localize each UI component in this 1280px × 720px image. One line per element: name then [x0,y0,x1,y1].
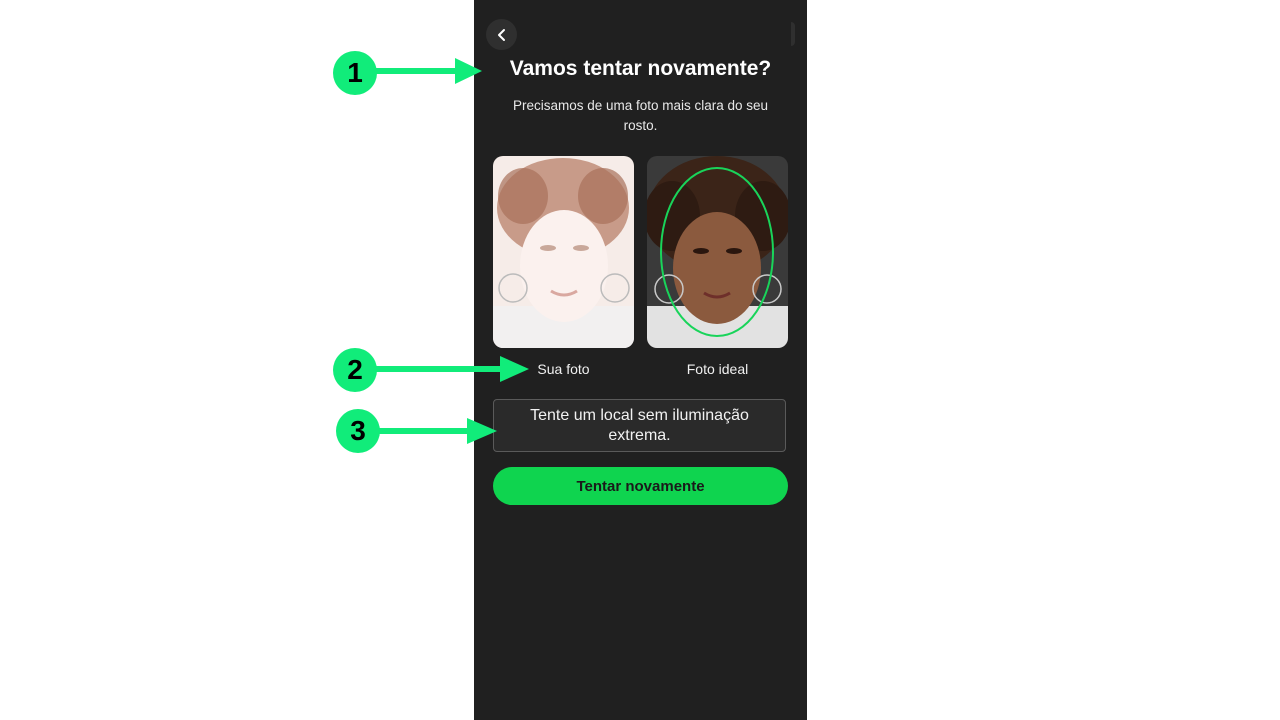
tip-text: Tente um local sem iluminação extrema. [530,406,749,444]
ideal-photo-label: Foto ideal [686,361,749,377]
tip-message: Tente um local sem iluminação extrema. [493,399,786,452]
top-right-edge [791,22,795,46]
callout-badge-2: 2 [333,348,377,392]
page-subtitle: Precisamos de uma foto mais clara do seu… [512,98,769,133]
retry-button[interactable]: Tentar novamente [493,467,788,505]
ideal-photo [647,156,788,348]
callout-arrow-2 [360,356,529,382]
callout-arrow-3 [362,418,497,444]
callout-badge-1: 1 [333,51,377,95]
chevron-left-icon [497,28,505,41]
page-title: Vamos tentar novamente? [509,57,772,80]
user-photo [493,156,634,348]
callout-arrow-1 [360,58,482,84]
callout-badge-3: 3 [336,409,380,453]
back-button[interactable] [486,19,517,50]
